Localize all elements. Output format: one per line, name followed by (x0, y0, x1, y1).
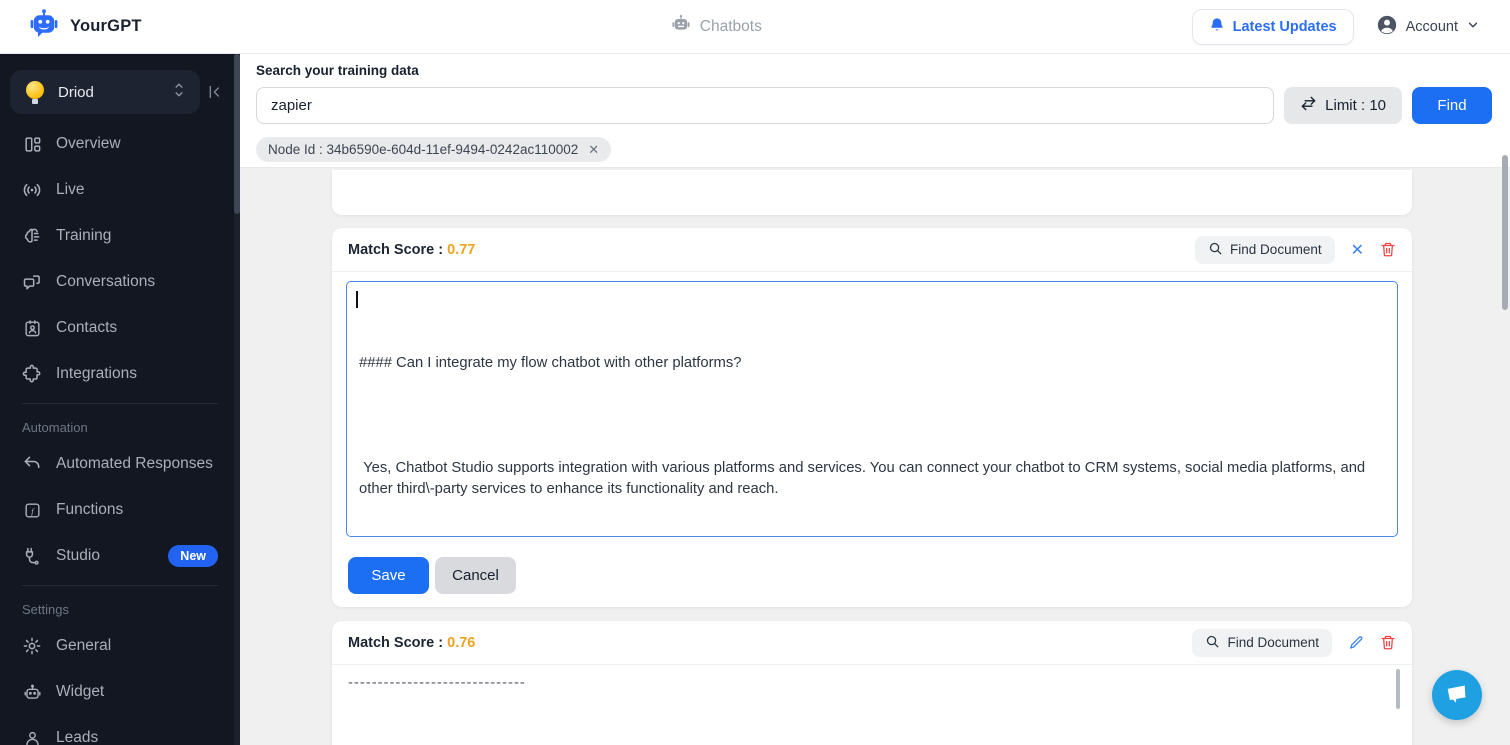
text-caret (356, 291, 358, 308)
find-button[interactable]: Find (1412, 87, 1492, 124)
chat-bubbles-icon (22, 272, 42, 292)
sidebar-item-leads[interactable]: Leads (0, 715, 240, 745)
svg-text:f: f (31, 505, 35, 515)
sidebar-collapse-icon[interactable] (200, 84, 230, 100)
sidebar-item-live[interactable]: Live (0, 167, 240, 213)
sidebar-scrollbar-thumb[interactable] (234, 54, 240, 214)
trash-icon[interactable] (1380, 241, 1396, 258)
brain-icon (22, 226, 42, 246)
match-score-value: 0.76 (447, 635, 475, 651)
training-data-textarea[interactable]: #### Can I integrate my flow chatbot wit… (346, 281, 1398, 537)
chevron-down-icon (1466, 18, 1480, 36)
trash-icon[interactable] (1380, 634, 1396, 651)
yourgpt-logo-robot-icon (28, 8, 60, 45)
node-id-filter-tag: Node Id : 34b6590e-604d-11ef-9494-0242ac… (256, 137, 611, 162)
account-menu[interactable]: Account (1376, 14, 1480, 40)
chevron-updown-icon (172, 82, 186, 103)
training-data-preview: ------------------------------ (332, 665, 1412, 702)
gear-icon (22, 636, 42, 656)
cancel-button[interactable]: Cancel (435, 557, 516, 594)
page-scrollbar-thumb[interactable] (1502, 155, 1508, 310)
close-edit-icon[interactable]: ✕ (1351, 240, 1364, 260)
find-document-button[interactable]: Find Document (1195, 236, 1335, 264)
brand-name: YourGPT (70, 17, 142, 36)
result-card-076: Match Score : 0.76 Find Document (332, 621, 1412, 745)
sidebar-item-conversations[interactable]: Conversations (0, 259, 240, 305)
sidebar: Driod Overview Live Training (0, 54, 240, 745)
search-icon (1208, 241, 1223, 259)
result-card-077: Match Score : 0.77 Find Document ✕ (332, 228, 1412, 607)
new-badge: New (168, 545, 218, 567)
nav-title-chatbots: Chatbots (240, 13, 1192, 40)
brand: YourGPT (0, 8, 240, 45)
reply-arrow-icon (22, 454, 42, 474)
sidebar-item-integrations[interactable]: Integrations (0, 351, 240, 397)
bell-icon (1209, 17, 1225, 37)
user-circle-icon (1376, 14, 1398, 40)
workspace-selector[interactable]: Driod (10, 70, 200, 114)
sidebar-item-functions[interactable]: f Functions (0, 487, 240, 533)
robot-widget-icon (22, 682, 42, 702)
contact-card-icon (22, 318, 42, 338)
live-broadcast-icon (22, 180, 42, 200)
remove-tag-icon[interactable]: ✕ (588, 143, 599, 156)
top-header: YourGPT Chatbots Latest (0, 0, 1510, 54)
latest-updates-button[interactable]: Latest Updates (1192, 9, 1354, 45)
match-score-label: Match Score : 0.77 (348, 242, 475, 258)
overview-icon (22, 134, 42, 154)
sidebar-item-widget[interactable]: Widget (0, 669, 240, 715)
chat-widget-button[interactable] (1432, 670, 1482, 720)
search-label: Search your training data (256, 63, 1492, 78)
workspace-name: Driod (58, 84, 160, 101)
results-list: Match Score : 0.77 Find Document ✕ (240, 168, 1510, 745)
plug-icon (22, 546, 42, 566)
swap-arrows-icon (1300, 96, 1317, 115)
training-data-text: #### Can I integrate my flow chatbot wit… (359, 353, 1385, 500)
sidebar-item-contacts[interactable]: Contacts (0, 305, 240, 351)
search-input[interactable] (256, 87, 1274, 124)
match-score-value: 0.77 (447, 242, 475, 258)
save-button[interactable]: Save (348, 557, 429, 594)
lightbulb-icon (24, 81, 46, 103)
edit-pencil-icon[interactable] (1348, 635, 1364, 651)
match-score-label: Match Score : 0.76 (348, 635, 475, 651)
speech-bubble-icon (1443, 681, 1472, 710)
find-document-button[interactable]: Find Document (1192, 629, 1332, 657)
search-section: Search your training data Limit : 10 Fin… (240, 54, 1510, 168)
sidebar-item-automated-responses[interactable]: Automated Responses (0, 441, 240, 487)
sidebar-item-general[interactable]: General (0, 623, 240, 669)
function-icon: f (22, 500, 42, 520)
sidebar-item-training[interactable]: Training (0, 213, 240, 259)
sidebar-item-overview[interactable]: Overview (0, 121, 240, 167)
limit-button[interactable]: Limit : 10 (1284, 87, 1402, 124)
puzzle-icon (22, 364, 42, 384)
main-content: Match Score : 0.77 Find Document ✕ (240, 54, 1510, 745)
section-label-settings: Settings (0, 586, 240, 623)
card-partial (332, 170, 1412, 215)
chatbots-robot-icon (670, 13, 692, 40)
section-label-automation: Automation (0, 404, 240, 441)
search-icon (1205, 634, 1220, 652)
person-icon (22, 728, 42, 745)
sidebar-item-studio[interactable]: Studio New (0, 533, 240, 579)
textarea-scrollbar-thumb[interactable] (1396, 669, 1400, 709)
